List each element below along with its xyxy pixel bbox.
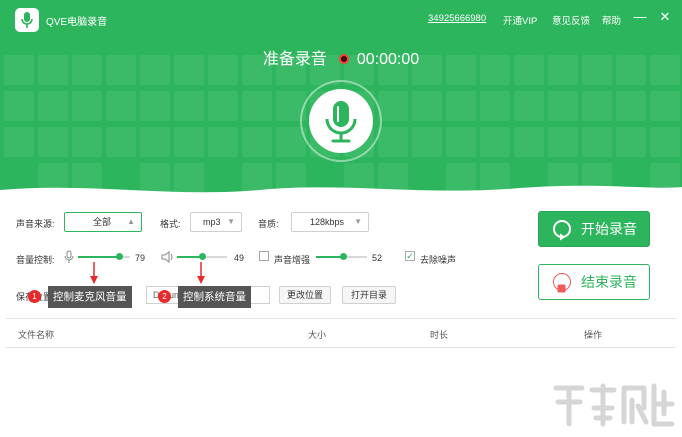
minimize-icon[interactable]: — <box>632 9 648 25</box>
equalizer-tile <box>106 91 136 121</box>
stop-icon <box>553 273 571 293</box>
equalizer-tile <box>38 91 68 121</box>
change-location-button[interactable]: 更改位置 <box>279 286 331 304</box>
start-record-button[interactable]: 开始录音 <box>538 211 650 247</box>
annotation-arrow-icon <box>90 262 98 284</box>
annotation-mic-volume: 控制麦克风音量 <box>48 286 132 308</box>
equalizer-tile <box>616 91 646 121</box>
equalizer-tile <box>242 127 272 157</box>
start-record-label: 开始录音 <box>581 221 637 237</box>
annotation-badge: 2 <box>158 290 171 303</box>
volume-label: 音量控制: <box>16 255 55 265</box>
equalizer-tile <box>208 127 238 157</box>
column-duration: 时长 <box>430 330 449 340</box>
help-link[interactable]: 帮助 <box>602 13 621 27</box>
equalizer-tile <box>582 127 612 157</box>
equalizer-tile <box>446 91 476 121</box>
source-select[interactable]: 全部 ▲ <box>64 212 142 232</box>
column-size: 大小 <box>308 330 327 340</box>
equalizer-tile <box>242 91 272 121</box>
equalizer-tile <box>582 91 612 121</box>
recorder-header: QVE电脑录音 34925666980 开通VIP 意见反馈 帮助 — ✕ 准备… <box>0 0 682 205</box>
denoise-label: 去除噪声 <box>420 255 457 265</box>
equalizer-tile <box>616 127 646 157</box>
slider-handle[interactable] <box>116 253 124 260</box>
watermark-logo <box>553 383 675 427</box>
status-text: 准备录音 <box>262 51 327 68</box>
record-indicator-icon <box>338 54 349 65</box>
chevron-down-icon: ▼ <box>354 217 362 226</box>
play-icon <box>553 220 571 241</box>
format-value: mp3 <box>203 217 221 227</box>
equalizer-tile <box>140 91 170 121</box>
equalizer-tile <box>446 127 476 157</box>
format-label: 格式: <box>160 219 181 229</box>
equalizer-tile <box>208 91 238 121</box>
quality-label: 音质: <box>258 219 279 229</box>
equalizer-tile <box>378 91 408 121</box>
quality-value: 128kbps <box>310 217 345 227</box>
source-value: 全部 <box>93 217 112 227</box>
stop-record-label: 结束录音 <box>581 274 637 290</box>
record-status: 准备录音 00:00:00 <box>0 45 682 69</box>
column-filename: 文件名称 <box>18 330 55 340</box>
equalizer-tile <box>650 91 680 121</box>
chevron-down-icon: ▼ <box>227 217 235 226</box>
app-logo-icon <box>15 8 39 32</box>
equalizer-tile <box>412 127 442 157</box>
annotation-system-volume: 控制系统音量 <box>178 286 251 308</box>
quality-select[interactable]: 128kbps ▼ <box>291 212 369 232</box>
slider-handle[interactable] <box>198 253 206 260</box>
equalizer-tile <box>4 91 34 121</box>
annotation-arrow-icon <box>197 262 205 284</box>
microphone-icon <box>309 89 373 153</box>
boost-value: 52 <box>372 253 383 263</box>
equalizer-tile <box>480 127 510 157</box>
vip-link[interactable]: 开通VIP <box>503 13 537 27</box>
equalizer-tile <box>514 127 544 157</box>
boost-checkbox[interactable] <box>259 251 269 261</box>
annotation-badge: 1 <box>28 290 41 303</box>
equalizer-tile <box>72 127 102 157</box>
equalizer-tile <box>412 91 442 121</box>
equalizer-tile <box>480 91 510 121</box>
equalizer-tile <box>174 91 204 121</box>
speaker-icon <box>161 251 175 265</box>
app-title: QVE电脑录音 <box>46 17 108 28</box>
equalizer-tile <box>548 127 578 157</box>
equalizer-tile <box>174 127 204 157</box>
slider-handle[interactable] <box>339 253 347 260</box>
equalizer-tile <box>4 127 34 157</box>
equalizer-tile <box>38 127 68 157</box>
system-volume-slider[interactable] <box>177 252 227 262</box>
equalizer-tile <box>514 91 544 121</box>
format-select[interactable]: mp3 ▼ <box>190 212 242 232</box>
microphone-button[interactable] <box>300 80 382 162</box>
equalizer-tile <box>548 91 578 121</box>
equalizer-tile <box>106 127 136 157</box>
feedback-link[interactable]: 意见反馈 <box>552 13 590 27</box>
close-icon[interactable]: ✕ <box>657 9 673 25</box>
chevron-up-icon: ▲ <box>127 217 135 226</box>
wave-divider <box>0 185 682 205</box>
denoise-checkbox[interactable]: ✓ <box>405 251 415 261</box>
mic-volume-slider[interactable] <box>78 252 130 262</box>
open-folder-button[interactable]: 打开目录 <box>342 286 396 304</box>
equalizer-tile <box>72 91 102 121</box>
user-account-link[interactable]: 34925666980 <box>428 13 486 24</box>
column-actions: 操作 <box>584 330 603 340</box>
file-table-header: 文件名称 大小 时长 操作 <box>6 318 676 348</box>
stop-record-button[interactable]: 结束录音 <box>538 264 650 300</box>
system-volume-value: 49 <box>234 253 245 263</box>
boost-label: 声音增强 <box>274 255 311 265</box>
equalizer-tile <box>140 127 170 157</box>
microphone-small-icon <box>64 250 74 266</box>
equalizer-tile <box>378 127 408 157</box>
source-label: 声音来源: <box>16 219 55 229</box>
record-timer: 00:00:00 <box>356 51 420 68</box>
equalizer-tile <box>650 127 680 157</box>
mic-volume-value: 79 <box>135 253 146 263</box>
title-bar: QVE电脑录音 34925666980 开通VIP 意见反馈 帮助 — ✕ <box>0 0 682 36</box>
boost-slider[interactable] <box>316 252 367 262</box>
